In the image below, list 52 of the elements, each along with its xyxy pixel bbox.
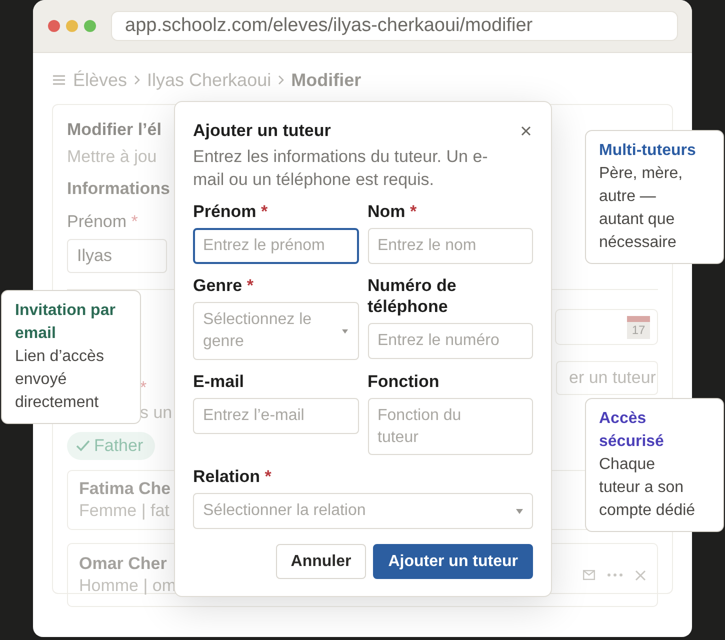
remove-icon[interactable] xyxy=(635,570,646,580)
callout-text: Lien d’accès envoyé directement xyxy=(15,347,105,413)
breadcrumb-link[interactable]: Ilyas Cherkaoui xyxy=(147,70,272,90)
field-label: Fonction xyxy=(368,371,440,392)
text-area[interactable]: Fonction du tuteur xyxy=(368,398,533,455)
card-title: Modifier l’él xyxy=(67,120,162,141)
required-mark: * xyxy=(140,379,147,397)
modal-description: Entrez les informations du tuteur. Un e-mail ou un téléphone est requis. xyxy=(193,146,489,191)
more-icon[interactable] xyxy=(607,573,623,577)
guardian-name: Fatima Che xyxy=(79,479,171,499)
field-hint: s un xyxy=(140,403,172,423)
field-label: E-mail xyxy=(193,371,246,392)
callout-text: Père, mère, autre — autant que nécessaire xyxy=(599,164,684,253)
breadcrumb-link[interactable]: Élèves xyxy=(73,70,128,90)
modal-title: Ajouter un tuteur xyxy=(193,120,331,142)
submit-button[interactable]: Ajouter un tuteur xyxy=(373,544,533,579)
callout-title: Accès sécurisé xyxy=(599,409,665,452)
guardian-details: Femme | fat xyxy=(79,501,170,521)
calendar-icon[interactable]: 17 xyxy=(627,316,650,338)
guardian-name: Omar Cher xyxy=(79,554,168,574)
cancel-button[interactable]: Annuler xyxy=(276,544,366,579)
caret-icon xyxy=(342,328,348,334)
close-icon xyxy=(521,126,531,136)
caret-icon xyxy=(516,508,523,514)
chevron-icon xyxy=(134,75,140,85)
select-field[interactable]: Sélectionner la relation xyxy=(193,493,533,529)
callout-title: Multi-tuteurs xyxy=(599,141,697,161)
section-heading: Informations xyxy=(67,179,170,200)
chevron-icon xyxy=(278,75,284,85)
callout-text: Chaque tuteur a son compte dédié xyxy=(599,455,696,521)
text-field[interactable]: Entrez le prénom xyxy=(193,228,358,264)
field-label: Nom * xyxy=(368,201,418,222)
close-dot-icon[interactable] xyxy=(48,20,60,32)
field-label: Genre * xyxy=(193,275,254,296)
add-guardian-button[interactable]: er un tuteur xyxy=(556,361,658,395)
text-field[interactable]: Ilyas xyxy=(67,239,167,273)
select-field[interactable]: Sélectionnez le genre xyxy=(193,302,358,360)
card-subtitle: Mettre à jou xyxy=(67,147,157,168)
mail-icon[interactable] xyxy=(583,570,595,580)
relation-chip[interactable]: Father xyxy=(67,432,156,460)
close-button[interactable] xyxy=(519,124,533,138)
address-bar[interactable]: app.schoolz.com/eleves/ilyas-cherkaoui/modifier xyxy=(111,11,678,41)
minimize-dot-icon[interactable] xyxy=(66,20,78,32)
date-field[interactable]: 17 xyxy=(555,309,658,345)
menu-icon[interactable] xyxy=(52,74,66,86)
field-label: Prénom * xyxy=(67,212,138,233)
field-label: Prénom * xyxy=(193,201,269,222)
maximize-dot-icon[interactable] xyxy=(84,20,96,32)
breadcrumb-current: Modifier xyxy=(291,70,362,90)
field-label: Numéro de téléphone xyxy=(368,275,458,317)
callout-title: Invitation par email xyxy=(15,301,116,344)
field-label: Relation * xyxy=(193,466,272,487)
